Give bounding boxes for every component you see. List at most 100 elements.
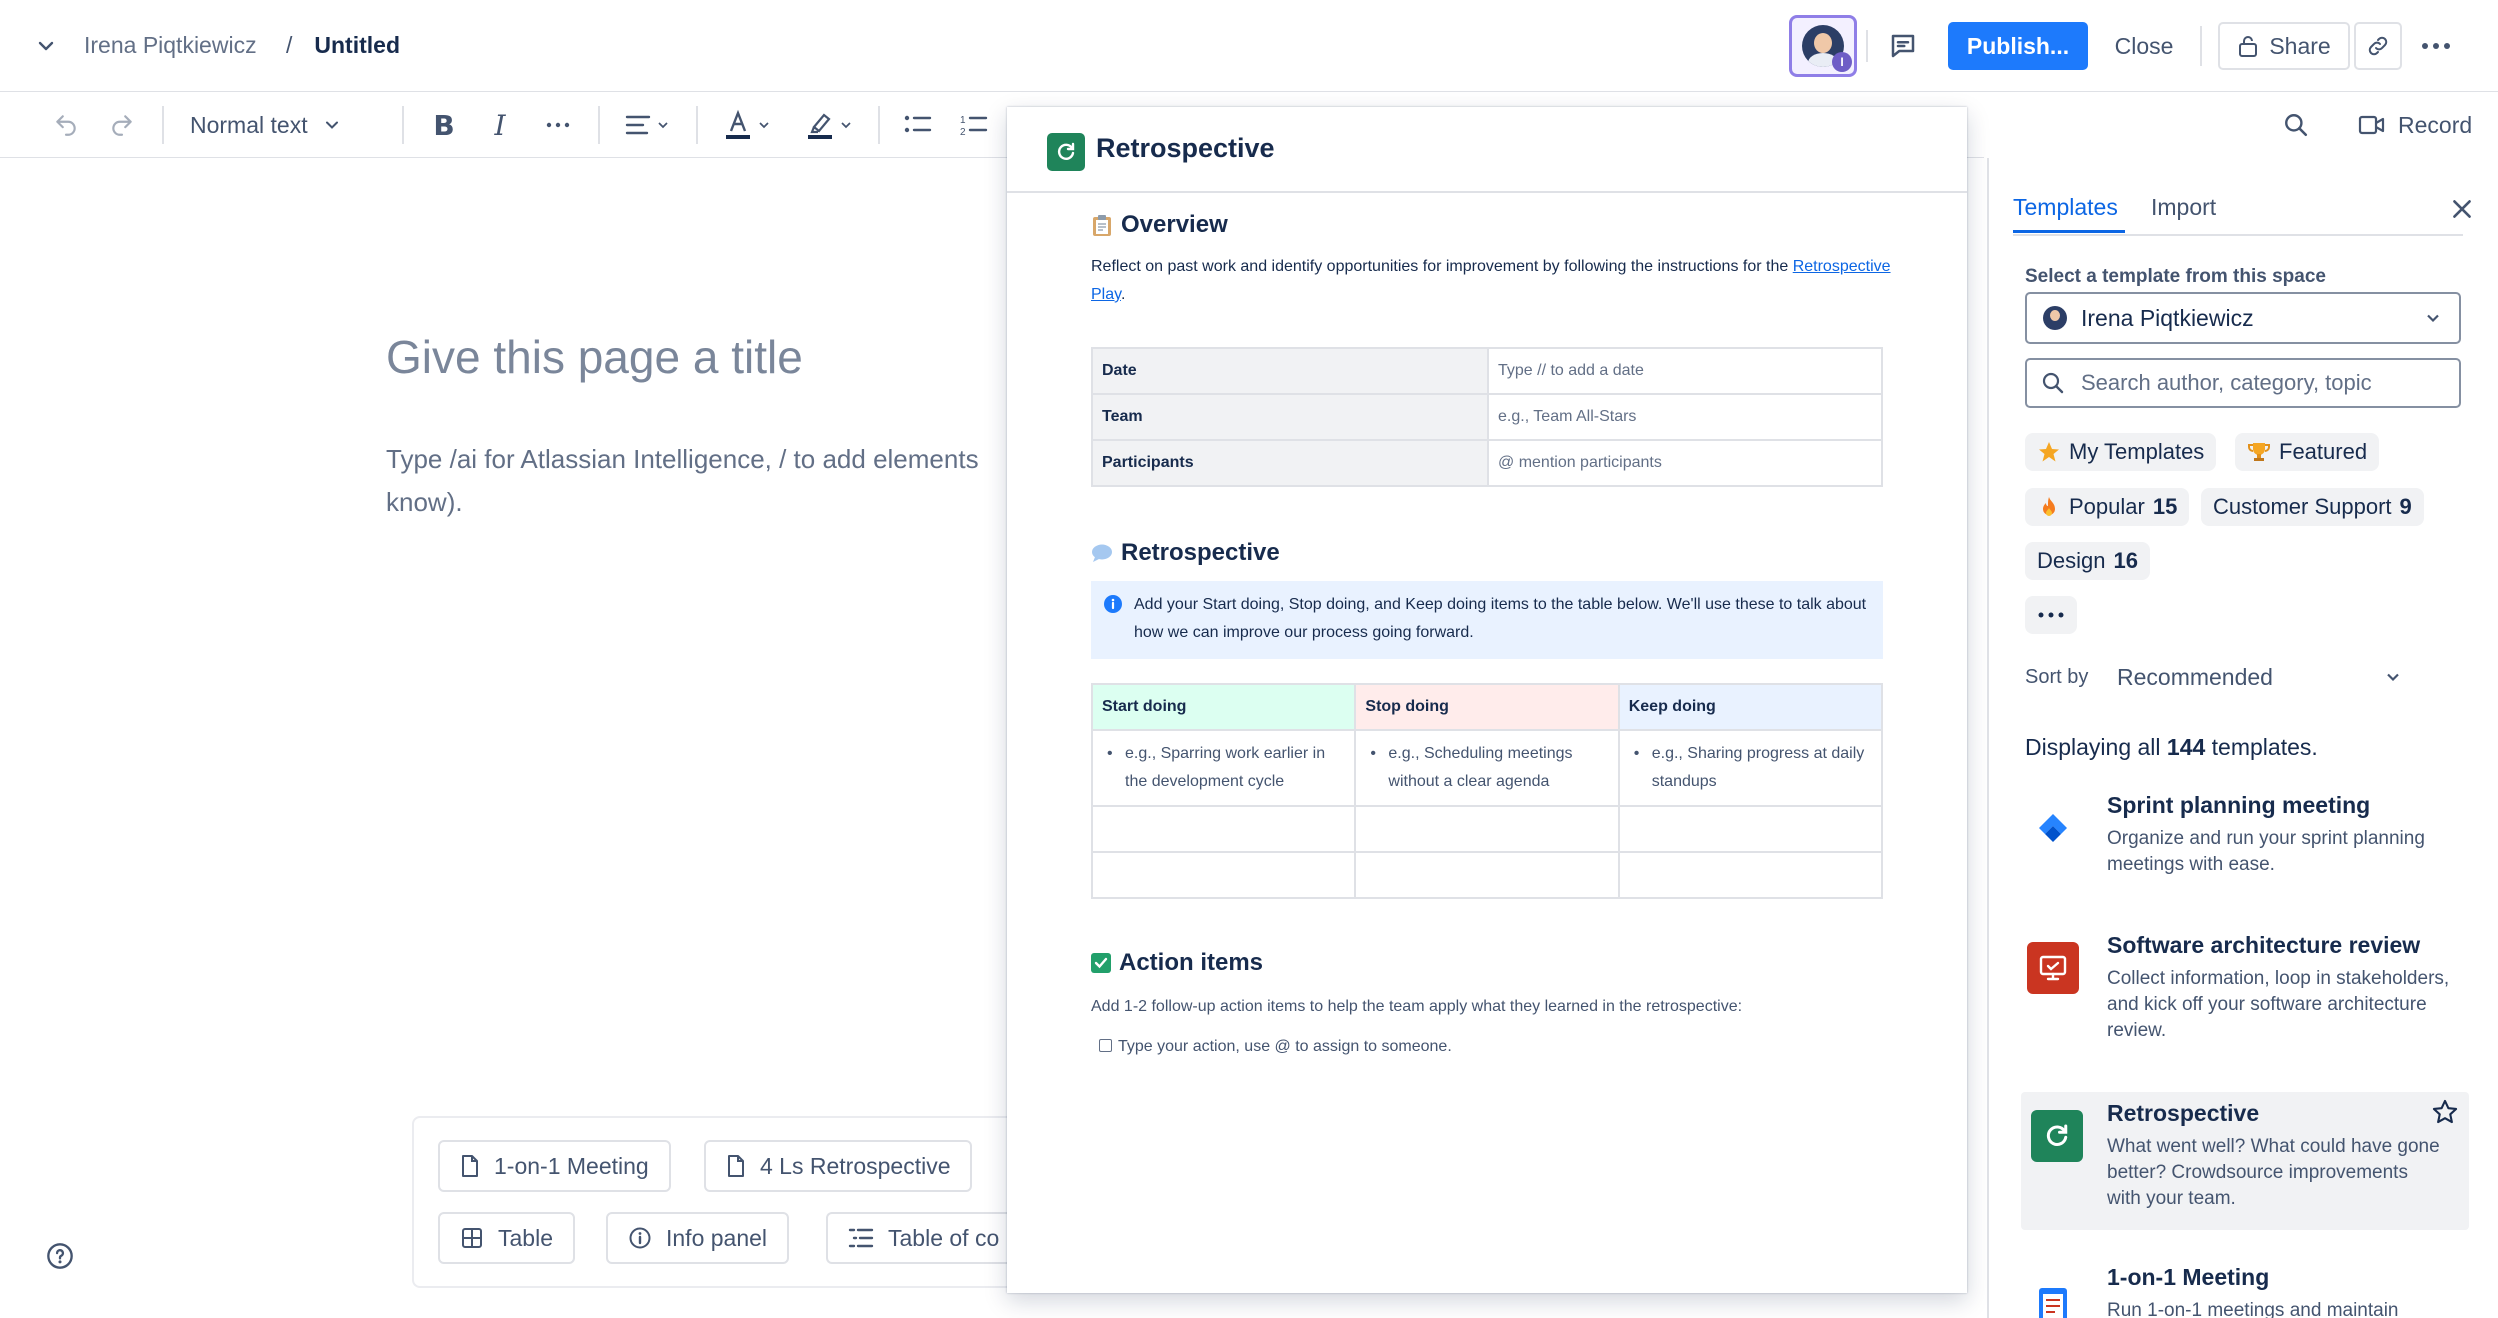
table-cell[interactable] <box>1617 851 1884 899</box>
text-color-icon[interactable] <box>718 106 778 144</box>
search-icon <box>2041 371 2065 395</box>
speech-bubble-icon <box>1091 543 1113 563</box>
sort-value: Recommended <box>2117 663 2273 690</box>
search-placeholder: Search author, category, topic <box>2081 370 2372 395</box>
tab-import[interactable]: Import <box>2151 194 2216 221</box>
star-icon[interactable] <box>2431 1098 2459 1126</box>
retrospective-template-icon <box>1047 133 1085 171</box>
bold-icon[interactable]: B <box>428 109 460 142</box>
table-cell[interactable] <box>1090 851 1357 899</box>
body-placeholder-line2: know). <box>386 487 463 517</box>
record-label: Record <box>2398 111 2473 138</box>
publish-button[interactable]: Publish... <box>1948 22 2088 70</box>
page-icon <box>726 1154 746 1178</box>
filter-label: My Templates <box>2069 439 2205 464</box>
table-cell[interactable] <box>1617 805 1884 853</box>
comment-icon[interactable] <box>1888 31 1918 61</box>
table-cell[interactable]: • e.g., Scheduling meetings without a cle… <box>1354 729 1620 807</box>
filter-label: Design <box>2037 548 2106 573</box>
insert-info-panel-chip[interactable]: Info panel <box>606 1212 790 1264</box>
filter-label: Popular <box>2069 494 2145 519</box>
search-input[interactable]: Search author, category, topic <box>2025 358 2461 408</box>
sort-select[interactable]: Recommended <box>2115 656 2405 698</box>
info-panel-text: Add your Start doing, Stop doing, and Ke… <box>1134 596 1867 641</box>
template-chip-4ls[interactable]: 4 Ls Retrospective <box>704 1140 973 1192</box>
template-chip-1on1[interactable]: 1-on-1 Meeting <box>438 1140 671 1192</box>
template-item-software-architecture[interactable]: Software architecture review Collect inf… <box>2013 924 2473 1074</box>
example-text: e.g., Sparring work earlier in the devel… <box>1125 745 1326 790</box>
alignment-icon[interactable] <box>620 109 676 141</box>
template-name: Software architecture review <box>2107 932 2421 958</box>
tab-templates[interactable]: Templates <box>2013 194 2118 221</box>
table-cell[interactable]: • e.g., Sparring work earlier in the deve… <box>1090 729 1357 807</box>
undo-icon[interactable] <box>50 109 82 141</box>
template-item-1on1[interactable]: 1-on-1 Meeting Run 1-on-1 meetings and m… <box>2013 1258 2473 1318</box>
table-cell[interactable] <box>1354 851 1620 899</box>
italic-icon[interactable]: I <box>484 109 516 142</box>
overview-heading-text: Overview <box>1121 211 1228 238</box>
table-cell[interactable] <box>1354 805 1620 853</box>
text-style-dropdown[interactable]: Normal text <box>190 104 342 146</box>
preview-header: Retrospective <box>1007 107 1967 193</box>
filter-featured[interactable]: Featured <box>2235 433 2380 471</box>
template-item-sprint-planning[interactable]: Sprint planning meeting Organize and run… <box>2013 784 2473 904</box>
space-label: Select a template from this space <box>2025 266 2326 287</box>
more-formatting-icon[interactable] <box>540 109 576 141</box>
keep-doing-header: Keep doing <box>1617 683 1884 731</box>
template-description: Run 1-on-1 meetings and maintain <box>2107 1300 2399 1318</box>
list-icon <box>848 1227 874 1249</box>
body-placeholder[interactable]: Type /ai for Atlassian Intelligence, / t… <box>386 438 1006 524</box>
info-panel: Add your Start doing, Stop doing, and Ke… <box>1091 581 1883 659</box>
page-name[interactable]: Untitled <box>314 32 400 59</box>
record-button[interactable]: Record <box>2358 106 2472 144</box>
template-item-retrospective[interactable]: Retrospective What went well? What could… <box>2021 1092 2469 1230</box>
body-placeholder-line1: Type /ai for Atlassian Intelligence, / t… <box>386 444 979 474</box>
more-filters-button[interactable] <box>2025 596 2077 634</box>
search-icon[interactable] <box>2280 109 2312 141</box>
table-row <box>1090 851 1884 899</box>
filter-customer-support[interactable]: Customer Support 9 <box>2201 488 2424 526</box>
action-heading-text: Action items <box>1119 949 1264 976</box>
filter-popular[interactable]: Popular 15 <box>2025 488 2190 526</box>
details-table: Date Type // to add a date Team e.g., Team… <box>1091 347 1883 487</box>
checkbox[interactable] <box>1099 1039 1112 1052</box>
share-button[interactable]: Share <box>2218 22 2350 70</box>
participants-input-cell[interactable]: @ mention participants <box>1487 439 1883 487</box>
close-icon[interactable] <box>2449 196 2475 222</box>
redo-icon[interactable] <box>106 109 138 141</box>
ai-avatar-button[interactable]: I <box>1789 15 1857 77</box>
filter-my-templates[interactable]: My Templates <box>2025 433 2217 471</box>
chevron-down-icon <box>2423 308 2443 328</box>
highlight-icon[interactable] <box>800 106 860 144</box>
breadcrumb-owner[interactable]: Irena Piqtkiewicz <box>84 32 264 59</box>
numbered-list-icon[interactable]: 12 <box>958 109 990 141</box>
divider <box>878 106 880 144</box>
table-cell[interactable]: • e.g., Sharing progress at daily standup… <box>1617 729 1884 807</box>
more-options-icon[interactable] <box>2418 34 2454 58</box>
template-description: Organize and run your sprint planning me… <box>2107 828 2425 875</box>
retro-heading-text: Retrospective <box>1121 539 1280 566</box>
table-cell[interactable] <box>1090 805 1357 853</box>
filter-design[interactable]: Design 16 <box>2025 542 2150 580</box>
action-item[interactable]: Type your action, use @ to assign to som… <box>1099 1033 1452 1061</box>
overview-text-body: Reflect on past work and identify opport… <box>1091 258 1789 275</box>
space-select[interactable]: Irena Piqtkiewicz <box>2025 292 2461 344</box>
insert-table-chip[interactable]: Table <box>438 1212 575 1264</box>
lock-icon <box>2237 34 2259 58</box>
copy-link-button[interactable] <box>2354 22 2402 70</box>
help-icon[interactable] <box>46 1242 74 1270</box>
filter-count: 15 <box>2152 494 2178 519</box>
page-title-input[interactable]: Give this page a title <box>386 330 803 384</box>
divider <box>1866 30 1868 62</box>
bullet-list-icon[interactable] <box>902 109 934 141</box>
template-name: Retrospective <box>2107 1100 2260 1126</box>
insert-toc-chip[interactable]: Table of co <box>826 1212 1026 1264</box>
space-value: Irena Piqtkiewicz <box>2081 304 2254 331</box>
chevron-down-icon <box>322 115 342 135</box>
team-input-cell[interactable]: e.g., Team All-Stars <box>1487 393 1883 441</box>
table-icon <box>460 1226 484 1250</box>
date-input-cell[interactable]: Type // to add a date <box>1487 347 1883 395</box>
close-button[interactable]: Close <box>2104 22 2184 70</box>
chevron-down-icon[interactable] <box>34 34 58 58</box>
table-label-cell: Team <box>1091 393 1489 441</box>
